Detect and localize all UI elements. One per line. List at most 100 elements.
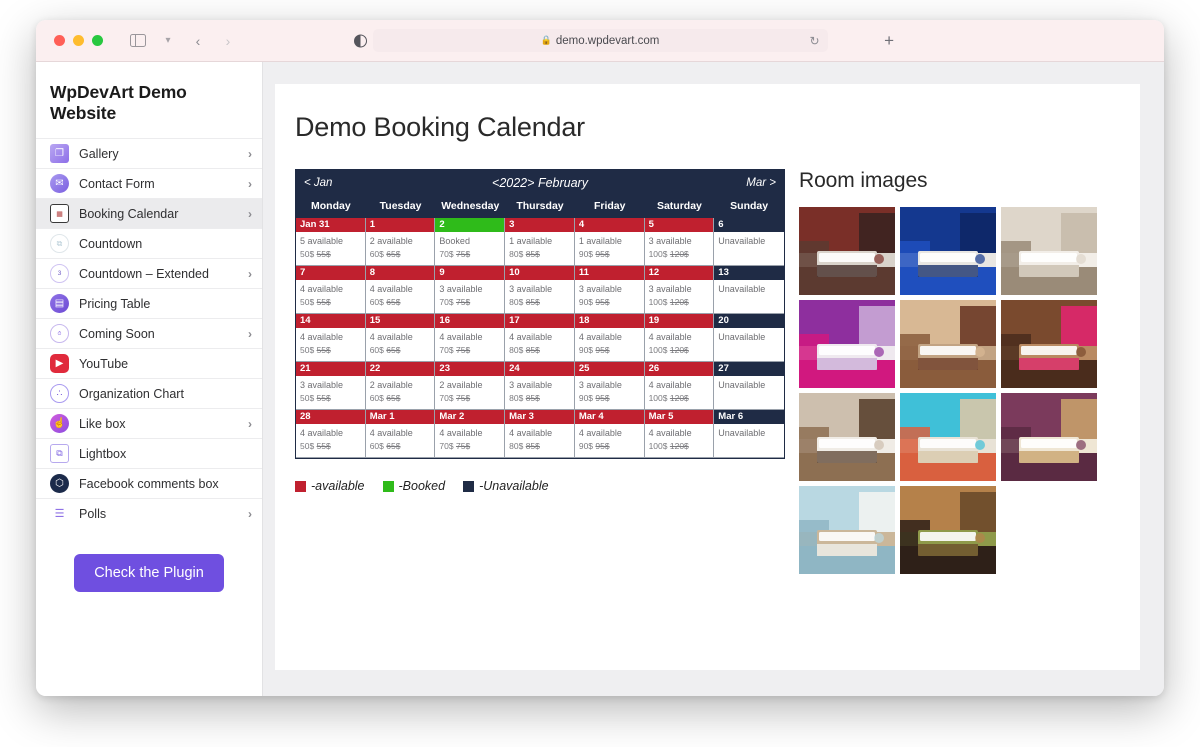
- page-title: Demo Booking Calendar: [295, 112, 585, 142]
- calendar-day-details: Unavailable: [714, 424, 784, 439]
- calendar-day-cell[interactable]: Mar 3 4 available 80$ 85$: [505, 410, 575, 458]
- calendar-day-cell[interactable]: 22 2 available 60$ 65$: [365, 362, 436, 410]
- room-rustic-wood-beams-lounge[interactable]: [900, 486, 996, 574]
- calendar-day-cell[interactable]: 23 2 available 70$ 75$: [435, 362, 506, 410]
- chevron-right-icon[interactable]: ›: [248, 327, 252, 341]
- room-pink-headboard-brown-bed[interactable]: [1001, 300, 1097, 388]
- calendar-day-details: 5 available 50$ 55$: [296, 232, 365, 260]
- calendar-day-cell[interactable]: 13 Unavailable: [714, 266, 784, 314]
- sidebar-item-lightbox[interactable]: ⧉ Lightbox: [36, 438, 262, 468]
- sidebar-item-polls[interactable]: ☰ Polls ›: [36, 498, 262, 528]
- calendar-day-price: 80$ 85$: [509, 392, 570, 404]
- calendar-day-price: 100$ 120$: [649, 392, 710, 404]
- calendar-day-cell[interactable]: 12 3 available 100$ 120$: [644, 266, 715, 314]
- close-window-button[interactable]: [54, 35, 65, 46]
- calendar-day-cell[interactable]: Jan 31 5 available 50$ 55$: [296, 218, 366, 266]
- minimize-window-button[interactable]: [73, 35, 84, 46]
- calendar-day-cell[interactable]: 14 4 available 50$ 55$: [296, 314, 366, 362]
- chevron-right-icon[interactable]: ›: [248, 417, 252, 431]
- calendar-day-price-current: 70$: [439, 297, 454, 307]
- chevron-down-icon[interactable]: ▾: [155, 29, 181, 53]
- calendar-day-price-current: 50$: [300, 249, 315, 259]
- calendar-day-cell[interactable]: 16 4 available 70$ 75$: [435, 314, 506, 362]
- room-purple-wood-tropical[interactable]: [1001, 393, 1097, 481]
- sidebar-item-contact-form[interactable]: ✉ Contact Form ›: [36, 168, 262, 198]
- forward-button[interactable]: ›: [215, 29, 241, 53]
- room-modern-twin-beds[interactable]: [799, 393, 895, 481]
- rooms-title: Room images: [799, 169, 928, 192]
- chevron-right-icon[interactable]: ›: [248, 147, 252, 161]
- calendar-day-cell[interactable]: 27 Unavailable: [714, 362, 784, 410]
- calendar-day-cell[interactable]: 9 3 available 70$ 75$: [435, 266, 506, 314]
- address-bar[interactable]: 🔒 demo.wpdevart.com ↻: [372, 29, 828, 52]
- chevron-right-icon[interactable]: ›: [248, 267, 252, 281]
- room-ocean-view-balcony[interactable]: [900, 393, 996, 481]
- room-images-grid: [799, 207, 1112, 574]
- check-the-plugin-button[interactable]: Check the Plugin: [74, 554, 224, 592]
- contrast-icon[interactable]: [354, 34, 367, 47]
- calendar-day-cell[interactable]: 20 Unavailable: [714, 314, 784, 362]
- room-purple-magenta[interactable]: [799, 300, 895, 388]
- calendar-day-cell[interactable]: 4 1 available 90$ 95$: [574, 218, 645, 266]
- room-light-blue-cottage[interactable]: [799, 486, 895, 574]
- calendar-day-cell[interactable]: Mar 4 4 available 90$ 95$: [574, 410, 645, 458]
- calendar-day-cell[interactable]: 5 3 available 100$ 120$: [644, 218, 715, 266]
- calendar-year-stepper[interactable]: <2022>: [492, 176, 534, 190]
- calendar-day-details: 3 available 100$ 120$: [645, 280, 714, 308]
- calendar-day-cell[interactable]: 8 4 available 60$ 65$: [365, 266, 436, 314]
- calendar-day-cell[interactable]: 28 4 available 50$ 55$: [296, 410, 366, 458]
- sidebar-item-youtube[interactable]: ▶ YouTube: [36, 348, 262, 378]
- sidebar-item-organization-chart[interactable]: ∴ Organization Chart: [36, 378, 262, 408]
- new-tab-button[interactable]: +: [884, 31, 894, 51]
- calendar-day-cell[interactable]: 21 3 available 50$ 55$: [296, 362, 366, 410]
- calendar-day-cell[interactable]: 11 3 available 90$ 95$: [574, 266, 645, 314]
- calendar-day-cell[interactable]: 7 4 available 50$ 55$: [296, 266, 366, 314]
- calendar-day-status: 3 available: [509, 284, 553, 294]
- chevron-right-icon[interactable]: ›: [248, 207, 252, 221]
- calendar-day-status: 4 available: [300, 332, 344, 342]
- calendar-day-cell[interactable]: 19 4 available 100$ 120$: [644, 314, 715, 362]
- calendar-day-details: 4 available 100$ 120$: [645, 328, 714, 356]
- calendar-day-cell[interactable]: 25 3 available 90$ 95$: [574, 362, 645, 410]
- calendar-day-cell[interactable]: 3 1 available 80$ 85$: [505, 218, 575, 266]
- sidebar-item-countdown[interactable]: ⧉ Countdown: [36, 228, 262, 258]
- maximize-window-button[interactable]: [92, 35, 103, 46]
- sidebar-item-countdown-extended[interactable]: 3 Countdown – Extended ›: [36, 258, 262, 288]
- room-beige-neutral[interactable]: [1001, 207, 1097, 295]
- calendar-week-row: Jan 31 5 available 50$ 55$ 1 2 available 60$ …: [296, 218, 784, 266]
- calendar-day-cell[interactable]: 24 3 available 80$ 85$: [505, 362, 575, 410]
- calendar-day-cell[interactable]: 6 Unavailable: [714, 218, 784, 266]
- sidebar-item-like-box[interactable]: ☝ Like box ›: [36, 408, 262, 438]
- calendar-day-price-old: 120$: [669, 345, 689, 355]
- calendar-day-number: 7: [296, 266, 365, 280]
- chevron-right-icon[interactable]: ›: [248, 177, 252, 191]
- sidebar-toggle-icon[interactable]: [125, 29, 151, 53]
- calendar-day-number: 22: [365, 362, 435, 376]
- sidebar-item-facebook-comments-box[interactable]: ⬡ Facebook comments box: [36, 468, 262, 498]
- sidebar-item-pricing-table[interactable]: ▤ Pricing Table: [36, 288, 262, 318]
- chevron-right-icon[interactable]: ›: [248, 507, 252, 521]
- sidebar-item-gallery[interactable]: ❐ Gallery ›: [36, 138, 262, 168]
- back-button[interactable]: ‹: [185, 29, 211, 53]
- calendar-day-cell[interactable]: Mar 2 4 available 70$ 75$: [435, 410, 506, 458]
- calendar-day-cell[interactable]: 2 Booked 70$ 75$: [435, 218, 506, 266]
- calendar-day-cell[interactable]: 26 4 available 100$ 120$: [644, 362, 715, 410]
- calendar-day-price: 70$ 75$: [439, 248, 500, 260]
- calendar-day-cell[interactable]: Mar 1 4 available 60$ 65$: [365, 410, 436, 458]
- legend-swatch-booked: [382, 480, 394, 492]
- calendar-day-cell[interactable]: 1 2 available 60$ 65$: [365, 218, 436, 266]
- room-warm-brown-classic[interactable]: [900, 300, 996, 388]
- sidebar-item-booking-calendar[interactable]: ▦ Booking Calendar ›: [36, 198, 262, 228]
- calendar-day-cell[interactable]: Mar 6 Unavailable: [714, 410, 784, 458]
- reload-icon[interactable]: ↻: [809, 34, 819, 48]
- calendar-day-cell[interactable]: 17 4 available 80$ 85$: [505, 314, 575, 362]
- calendar-day-price: 70$ 75$: [439, 440, 500, 452]
- room-blue-accent-wall[interactable]: [900, 207, 996, 295]
- sidebar-item-coming-soon[interactable]: ⏱ Coming Soon ›: [36, 318, 262, 348]
- calendar-day-cell[interactable]: Mar 5 4 available 100$ 120$: [644, 410, 715, 458]
- calendar-day-status: 3 available: [578, 380, 622, 390]
- calendar-day-cell[interactable]: 18 4 available 90$ 95$: [574, 314, 645, 362]
- calendar-day-cell[interactable]: 15 4 available 60$ 65$: [365, 314, 436, 362]
- room-red-curtains-chandelier[interactable]: [799, 207, 895, 295]
- calendar-day-cell[interactable]: 10 3 available 80$ 85$: [505, 266, 575, 314]
